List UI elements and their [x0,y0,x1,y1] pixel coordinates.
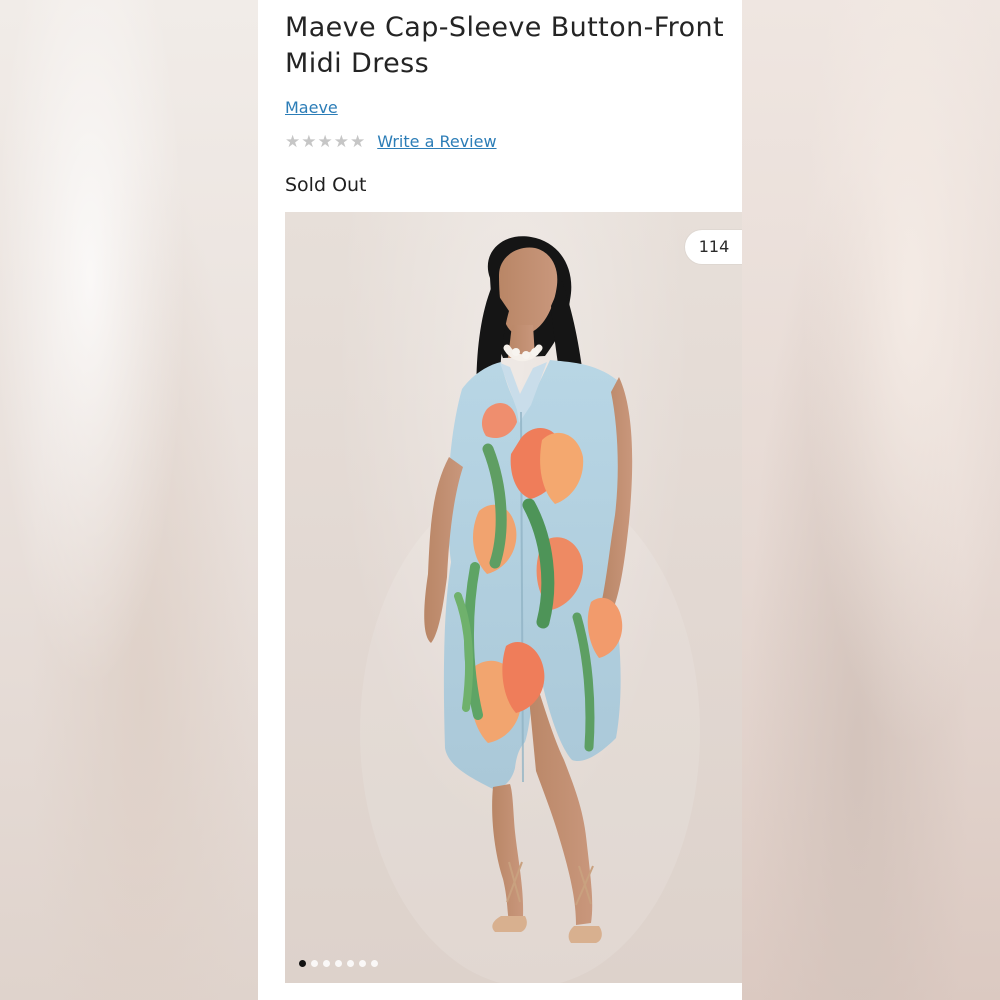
rating-stars: ★ ★ ★ ★ ★ [285,133,365,151]
sold-out-status: Sold Out [285,174,367,196]
review-row: ★ ★ ★ ★ ★ Write a Review [285,132,741,151]
product-title-line-1: Maeve Cap-Sleeve Button-Front [285,12,725,43]
star-icon: ★ [317,131,333,152]
background-left [0,0,258,1000]
image-count-badge: 114 [685,230,742,264]
carousel-dot[interactable] [371,960,378,967]
product-header: Maeve Cap-Sleeve Button-Front Midi Dress… [285,10,741,197]
carousel-dot[interactable] [347,960,354,967]
product-image-carousel[interactable]: 114 [285,212,742,983]
brand-link[interactable]: Maeve [285,98,338,117]
product-title-line-2: Midi Dress [285,48,430,79]
carousel-dot[interactable] [311,960,318,967]
carousel-dot[interactable] [323,960,330,967]
background-right [742,0,1000,1000]
write-review-link[interactable]: Write a Review [377,132,496,151]
carousel-indicators [299,960,378,967]
carousel-dot[interactable] [359,960,366,967]
carousel-dot[interactable] [335,960,342,967]
star-icon: ★ [301,131,317,152]
star-icon: ★ [285,131,301,152]
product-photo [360,236,700,983]
star-icon: ★ [333,131,349,152]
carousel-dot-active[interactable] [299,960,306,967]
star-icon: ★ [350,131,366,152]
product-title: Maeve Cap-Sleeve Button-Front Midi Dress [285,10,741,82]
product-panel: Maeve Cap-Sleeve Button-Front Midi Dress… [258,0,742,1000]
